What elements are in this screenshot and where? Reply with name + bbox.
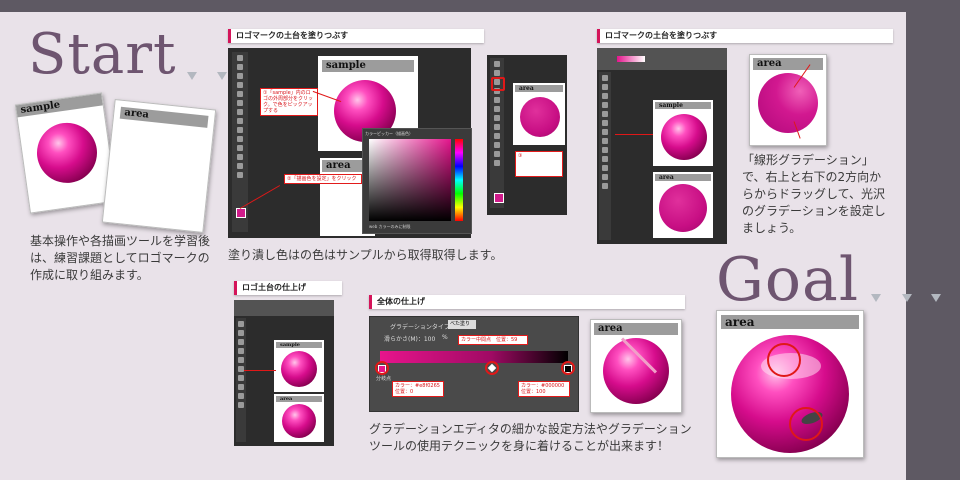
panel1-caption: 塗り潰し色はの色はサンプルから取得取得します。	[228, 248, 503, 262]
color-field[interactable]	[369, 139, 451, 221]
card-label: sample	[15, 93, 103, 118]
panel4-caption: グラデーションエディタの細かな設定方法やグラデーションツールの使用テクニックを身…	[369, 422, 692, 453]
panel3-heading: ロゴ土台の仕上げ	[234, 281, 342, 295]
options-bar	[597, 48, 727, 70]
panel2-area-card: area	[749, 54, 827, 146]
paint-bucket-highlight	[491, 77, 505, 91]
highlight-ring	[789, 407, 823, 441]
start-sample-card: sample	[14, 92, 118, 214]
panel4-area-card: area	[590, 319, 682, 413]
stop-highlight	[561, 361, 575, 375]
card-label: sample	[322, 60, 414, 72]
highlight-ring	[767, 343, 801, 377]
gradient-type-label: グラデーションタイプ：	[390, 324, 456, 331]
arrow-down-icon	[931, 294, 941, 302]
logo-progress-image	[282, 404, 316, 438]
foreground-color-swatch[interactable]	[236, 208, 246, 218]
panel4-heading: 全体の仕上げ	[369, 295, 685, 309]
pointer-line	[615, 134, 653, 135]
instruction-note: ②「描画色を設定」をクリック	[284, 174, 362, 184]
smoothness-label: 滑らかさ(M)：100	[384, 336, 436, 343]
foreground-color-swatch[interactable]	[494, 193, 504, 203]
card-label: area	[276, 396, 322, 402]
card-label: area	[119, 106, 209, 128]
arrow-down-icon	[187, 72, 197, 80]
start-title: Start	[28, 22, 177, 87]
area-document: area	[513, 83, 565, 145]
filled-base-circle	[520, 97, 560, 137]
smoothness-unit: %	[442, 334, 448, 341]
start-caption: 基本操作や各描画ツールを学習後は、練習課題としてロゴマークの作成に取り組みます。	[30, 234, 211, 282]
instruction-note: ①「sample」内のロゴの外周部分をクリック。で色をピックアップする	[260, 88, 318, 116]
logo-sample-image	[33, 118, 101, 187]
gradient-circle	[758, 73, 818, 133]
card-label: sample	[276, 342, 322, 348]
gradient-type-select[interactable]: べた塗り	[448, 320, 476, 329]
stop-group-label: 分岐点	[376, 376, 392, 382]
right-stop-position: 位置：100	[521, 389, 546, 395]
instruction-note: ③	[515, 151, 563, 177]
panel1-screenshot: sample area カラーピッカー（描画色） web カラーのみに制限 ①「…	[228, 48, 472, 238]
gradient-preview[interactable]	[617, 56, 645, 62]
logo-progress-image	[603, 338, 669, 404]
card-label: area	[515, 85, 563, 92]
filled-base-circle	[659, 184, 707, 232]
start-area-card: area	[101, 99, 217, 233]
logo-sample-image	[661, 114, 707, 160]
right-stop-note: カラー：#000000 位置：100	[518, 381, 570, 397]
panel2-caption: 「線形グラデーション」で、右上と右下の2方向からからドラッグして、光沢のグラデー…	[742, 153, 886, 235]
top-frame-bar	[0, 0, 960, 12]
card-label: area	[721, 315, 859, 329]
midpoint-note: カラー中間点 位置：59	[458, 335, 528, 345]
goal-title: Goal	[716, 245, 860, 315]
logo-sample-image	[281, 351, 317, 387]
card-label: area	[594, 323, 678, 335]
panel1-heading: ロゴマークの土台を塗りつぶす	[228, 29, 484, 43]
card-label: sample	[655, 102, 711, 109]
hue-slider[interactable]	[455, 139, 463, 221]
card-label: area	[753, 58, 823, 70]
left-stop-note: カラー：#e8f0265 位置：0	[392, 381, 444, 397]
right-frame-bar	[906, 0, 960, 480]
panel1b-screenshot: area ③	[487, 55, 567, 215]
gradient-bar[interactable]	[380, 351, 568, 363]
panel2-screenshot: sample area	[597, 48, 727, 244]
sample-document: sample	[653, 100, 713, 166]
arrow-down-icon	[902, 294, 912, 302]
card-label: area	[655, 174, 711, 181]
arrow-down-icon	[871, 294, 881, 302]
stop-highlight	[375, 361, 389, 375]
options-bar	[234, 300, 334, 316]
panel2-heading: ロゴマークの土台を塗りつぶす	[597, 29, 893, 43]
panel3-screenshot: sample area	[234, 300, 334, 446]
area-document: area	[274, 394, 324, 442]
color-picker-dialog: カラーピッカー（描画色） web カラーのみに制限	[362, 128, 472, 234]
goal-area-card: area	[716, 310, 864, 458]
gradient-editor-dialog: グラデーションタイプ： べた塗り 滑らかさ(M)：100 % 分岐点 カラー中間…	[369, 316, 579, 412]
picker-footer: web カラーのみに制限	[369, 224, 411, 229]
stop-highlight	[485, 361, 499, 375]
tool-palette	[236, 318, 246, 442]
area-document: area	[653, 172, 713, 238]
arrow-down-icon	[217, 72, 227, 80]
pointer-line	[244, 370, 276, 371]
sample-document: sample	[274, 340, 324, 392]
picker-title: カラーピッカー（描画色）	[365, 131, 413, 136]
left-stop-position: 位置：0	[395, 389, 414, 395]
tool-palette	[599, 72, 611, 240]
